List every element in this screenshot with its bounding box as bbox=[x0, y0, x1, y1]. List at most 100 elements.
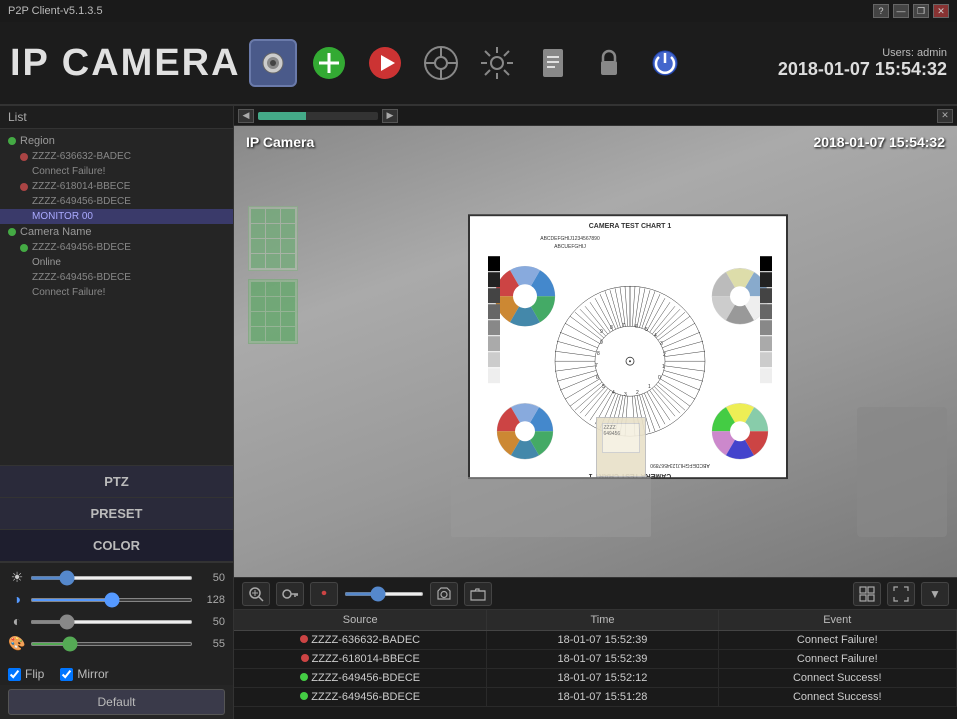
window-cell bbox=[266, 282, 280, 296]
svg-text:2: 2 bbox=[636, 390, 639, 396]
source-cell: ZZZZ-649456-BDECE bbox=[234, 669, 487, 688]
window-grid-2 bbox=[248, 279, 298, 344]
table-object bbox=[451, 477, 651, 537]
key-icon bbox=[282, 586, 298, 602]
preset-button[interactable]: PRESET bbox=[0, 498, 233, 530]
svg-text:9: 9 bbox=[600, 340, 603, 346]
color-button[interactable]: COLOR bbox=[0, 530, 233, 562]
mirror-checkbox[interactable] bbox=[60, 668, 73, 681]
svg-text:4: 4 bbox=[654, 333, 657, 339]
zoom-button[interactable] bbox=[242, 582, 270, 606]
camera-nav-icon[interactable] bbox=[249, 39, 297, 87]
tree-item-0[interactable]: ZZZZ-636632-BADEC bbox=[0, 149, 233, 164]
more-button[interactable]: ▼ bbox=[921, 582, 949, 606]
cam-forward-btn[interactable]: ▶ bbox=[382, 109, 398, 123]
fullscreen-icon bbox=[893, 586, 909, 602]
mirror-label-text: Mirror bbox=[77, 667, 108, 681]
svg-text:6: 6 bbox=[635, 324, 638, 330]
snap-icon bbox=[436, 586, 452, 602]
status-dot-green bbox=[20, 244, 28, 252]
window-cell bbox=[281, 327, 295, 341]
tree-label: ZZZZ-618014-BBECE bbox=[32, 181, 130, 192]
saturation-slider[interactable] bbox=[30, 620, 193, 624]
window-cell bbox=[251, 297, 265, 311]
tree-item-0a[interactable]: Connect Failure! bbox=[0, 164, 233, 179]
folder-button[interactable] bbox=[464, 582, 492, 606]
svg-text:3: 3 bbox=[624, 392, 627, 398]
brightness-slider[interactable] bbox=[30, 576, 193, 580]
record-button[interactable]: ⏺ bbox=[310, 582, 338, 606]
tree-label: Camera Name bbox=[20, 226, 92, 238]
saturation-row: ◐ 50 bbox=[8, 613, 225, 631]
zoom-icon bbox=[248, 586, 264, 602]
brightness-row: ☀ 50 bbox=[8, 569, 225, 587]
settings-button[interactable] bbox=[473, 39, 521, 87]
fullscreen-button[interactable] bbox=[887, 582, 915, 606]
cam-feed: IP Camera 2018-01-07 15:54:32 bbox=[234, 126, 957, 577]
brightness-value: 50 bbox=[197, 572, 225, 584]
source-header: Source bbox=[234, 610, 487, 631]
saturation-value: 50 bbox=[197, 616, 225, 628]
contrast-value: 128 bbox=[197, 594, 225, 606]
device-tree[interactable]: Region ZZZZ-636632-BADEC Connect Failure… bbox=[0, 129, 233, 465]
window-cell bbox=[266, 254, 280, 268]
tree-item-2c[interactable]: Connect Failure! bbox=[0, 285, 233, 300]
status-dot-green bbox=[8, 137, 16, 145]
svg-text:5: 5 bbox=[645, 327, 648, 333]
minimize-button[interactable]: — bbox=[893, 4, 909, 18]
help-button[interactable]: ? bbox=[873, 4, 889, 18]
mirror-label[interactable]: Mirror bbox=[60, 667, 108, 681]
default-button[interactable]: Default bbox=[8, 689, 225, 715]
ptz-button[interactable]: PTZ bbox=[0, 466, 233, 498]
saturation-icon: ◐ bbox=[8, 613, 26, 631]
window-area-top bbox=[248, 206, 303, 356]
power-button[interactable] bbox=[641, 39, 689, 87]
file-button[interactable] bbox=[529, 39, 577, 87]
window-cell bbox=[281, 224, 295, 238]
event-cell: Connect Success! bbox=[718, 669, 956, 688]
cam-progress-bar bbox=[258, 112, 378, 120]
grid-view-button[interactable] bbox=[853, 582, 881, 606]
tree-label: Online bbox=[32, 257, 61, 268]
svg-text:5: 5 bbox=[602, 384, 605, 390]
flip-label[interactable]: Flip bbox=[8, 667, 44, 681]
svg-text:7: 7 bbox=[622, 323, 625, 329]
cam-close-btn[interactable]: ✕ bbox=[937, 109, 953, 123]
tree-item-camera[interactable]: Camera Name bbox=[0, 224, 233, 240]
tree-item-1a[interactable]: ZZZZ-649456-BDECE bbox=[0, 194, 233, 209]
color-section: ☀ 50 ◑ 128 ◐ 50 🎨 55 bbox=[0, 562, 233, 663]
ptz-button[interactable] bbox=[417, 39, 465, 87]
hue-icon: 🎨 bbox=[8, 635, 26, 653]
zoom-slider[interactable] bbox=[344, 592, 424, 596]
close-button[interactable]: ✕ bbox=[933, 4, 949, 18]
contrast-slider[interactable] bbox=[30, 598, 193, 602]
add-button[interactable] bbox=[305, 39, 353, 87]
event-table-container: Source Time Event ZZZZ-636632-BADEC 18-0… bbox=[234, 609, 957, 719]
key-button[interactable] bbox=[276, 582, 304, 606]
titlebar: P2P Client-v5.1.3.5 ? — ❐ ✕ bbox=[0, 0, 957, 22]
flip-checkbox[interactable] bbox=[8, 668, 21, 681]
window-cell bbox=[281, 297, 295, 311]
tree-item-region[interactable]: Region bbox=[0, 133, 233, 149]
window-cell bbox=[251, 254, 265, 268]
camera-icon bbox=[257, 47, 289, 79]
lock-button[interactable] bbox=[585, 39, 633, 87]
svg-text:0: 0 bbox=[658, 375, 661, 381]
play-button[interactable] bbox=[361, 39, 409, 87]
power-icon bbox=[647, 45, 683, 81]
event-table: Source Time Event ZZZZ-636632-BADEC 18-0… bbox=[234, 610, 957, 707]
restore-button[interactable]: ❐ bbox=[913, 4, 929, 18]
cam-back-btn[interactable]: ◀ bbox=[238, 109, 254, 123]
snap-button[interactable] bbox=[430, 582, 458, 606]
tree-item-1[interactable]: ZZZZ-618014-BBECE bbox=[0, 179, 233, 194]
tree-item-2[interactable]: ZZZZ-649456-BDECE bbox=[0, 240, 233, 255]
tree-item-2b[interactable]: ZZZZ-649456-BDECE bbox=[0, 270, 233, 285]
tree-item-2a[interactable]: Online bbox=[0, 255, 233, 270]
hue-slider[interactable] bbox=[30, 642, 193, 646]
camera-area: ◀ ▶ ✕ IP Camera 2018-01-07 15:54:32 bbox=[234, 106, 957, 719]
table-row: ZZZZ-618014-BBECE 18-01-07 15:52:39 Conn… bbox=[234, 650, 957, 669]
tree-label: MONITOR 00 bbox=[32, 211, 93, 222]
tree-item-1b[interactable]: MONITOR 00 bbox=[0, 209, 233, 224]
table-row: ZZZZ-649456-BDECE 18-01-07 15:52:12 Conn… bbox=[234, 669, 957, 688]
cam-feed-label: IP Camera bbox=[246, 134, 314, 150]
